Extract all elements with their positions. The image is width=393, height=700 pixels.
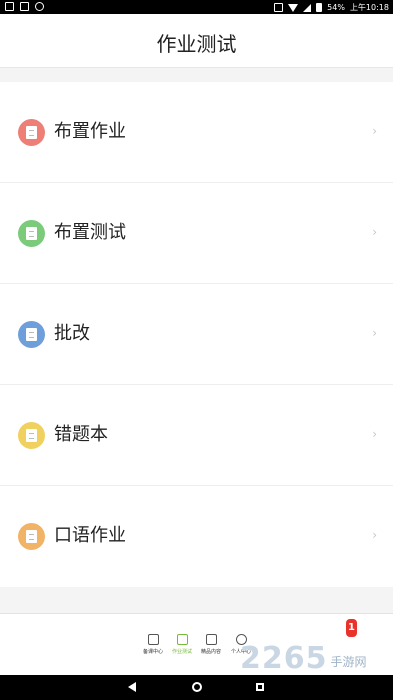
- chevron-right-icon: ›: [372, 124, 377, 138]
- gallery-icon: [5, 2, 14, 11]
- menu-list: 布置作业 › 布置测试 › 批改 › 错题本 › 口语作业 ›: [0, 82, 393, 587]
- tab-label: 备课中心: [142, 649, 163, 655]
- menu-item-oral-homework[interactable]: 口语作业 ›: [0, 486, 393, 587]
- battery-icon: [316, 3, 323, 12]
- watermark-text: 手游网: [330, 655, 367, 669]
- menu-item-label: 错题本: [54, 424, 108, 445]
- notification-badge[interactable]: 1: [346, 619, 357, 637]
- menu-item-mistake-book[interactable]: 错题本 ›: [0, 385, 393, 486]
- assign-test-icon: [18, 220, 45, 247]
- tab-homework-test[interactable]: 作业测试: [167, 634, 197, 655]
- page-title: 作业测试: [156, 32, 237, 56]
- menu-item-label: 批改: [54, 323, 90, 344]
- header: 作业测试: [0, 14, 393, 68]
- watermark-logo: 2265 手游网: [240, 641, 367, 676]
- menu-item-label: 布置作业: [54, 121, 126, 142]
- tab-label: 精品内容: [200, 649, 221, 655]
- oral-homework-icon: [18, 523, 45, 550]
- menu-item-assign-homework[interactable]: 布置作业 ›: [0, 82, 393, 183]
- menu-item-label: 口语作业: [54, 525, 126, 546]
- menu-item-label: 布置测试: [54, 222, 126, 243]
- tab-lesson-prep[interactable]: 备课中心: [138, 634, 168, 655]
- clock: 上午10:18: [349, 3, 389, 12]
- watermark-number: 2265: [240, 641, 328, 676]
- wifi-icon: [288, 3, 299, 12]
- chevron-right-icon: ›: [372, 427, 377, 441]
- battery-percent: 54%: [327, 3, 345, 12]
- book-icon: [147, 634, 159, 645]
- assign-homework-icon: [18, 119, 45, 146]
- recent-apps-icon[interactable]: [256, 683, 264, 691]
- tab-label: 作业测试: [171, 649, 192, 655]
- status-bar: 54% 上午10:18: [0, 0, 393, 14]
- status-left-icons: [5, 2, 44, 11]
- status-right-icons: 54% 上午10:18: [274, 2, 389, 13]
- signal-icon: [303, 3, 312, 12]
- grading-icon: [18, 321, 45, 348]
- tab-premium-content[interactable]: 精品内容: [196, 634, 226, 655]
- chevron-right-icon: ›: [372, 528, 377, 542]
- mistake-book-icon: [18, 422, 45, 449]
- library-icon: [205, 634, 217, 645]
- home-icon[interactable]: [192, 682, 202, 692]
- homework-icon: [176, 634, 188, 645]
- notification-icon: [20, 2, 29, 11]
- back-icon[interactable]: [128, 682, 136, 692]
- chevron-right-icon: ›: [372, 326, 377, 340]
- chevron-right-icon: ›: [372, 225, 377, 239]
- system-nav-bar: [0, 675, 393, 700]
- usb-icon: [35, 2, 44, 11]
- vibrate-icon: [274, 3, 284, 12]
- menu-item-grading[interactable]: 批改 ›: [0, 284, 393, 385]
- menu-item-assign-test[interactable]: 布置测试 ›: [0, 183, 393, 284]
